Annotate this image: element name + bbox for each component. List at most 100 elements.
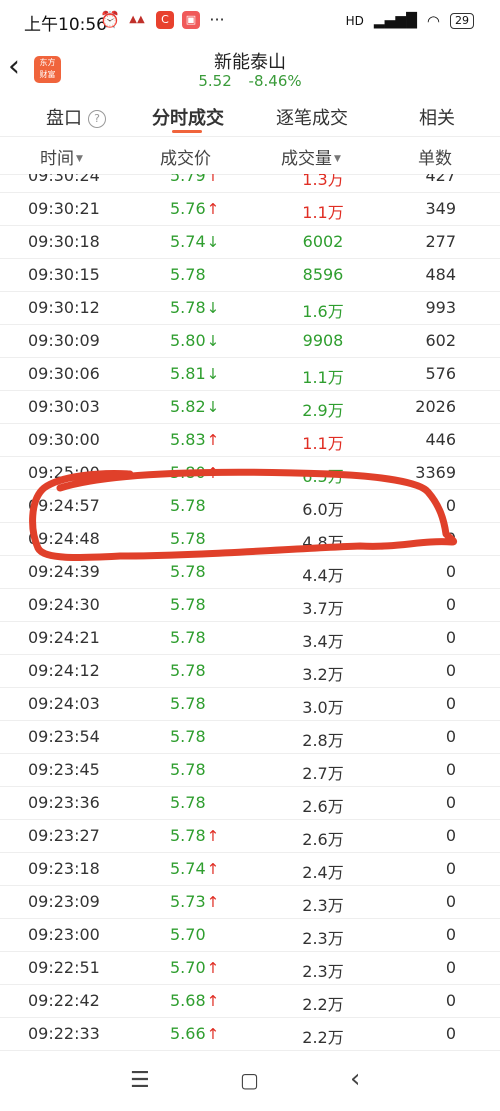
row-time: 09:24:30 bbox=[28, 595, 100, 614]
row-volume: 2.8万 bbox=[302, 731, 344, 750]
row-volume: 6002 bbox=[302, 232, 344, 251]
row-time: 09:23:09 bbox=[28, 892, 100, 911]
back-triangle-icon[interactable]: ‹ bbox=[350, 1064, 360, 1094]
home-square-icon[interactable]: ▢ bbox=[240, 1068, 259, 1092]
stock-header: ‹ 东方 财富 新能泰山 5.52 -8.46% bbox=[0, 44, 500, 96]
row-price: 5.78 bbox=[170, 529, 206, 548]
sort-arrow-icon: ▼ bbox=[76, 154, 83, 164]
app-shop-icon: ▣ bbox=[182, 11, 200, 29]
table-row: 09:30:12 5.78↓ 1.6万 993 bbox=[0, 292, 500, 325]
sort-arrow-icon: ▼ bbox=[334, 154, 341, 164]
row-count: 602 bbox=[425, 331, 456, 350]
help-circle-icon[interactable]: ? bbox=[88, 110, 106, 128]
arrow-up-icon: ↑ bbox=[206, 174, 220, 185]
row-price-value: 5.78 bbox=[170, 628, 206, 647]
row-price-value: 5.68 bbox=[170, 991, 206, 1010]
row-price-value: 5.78 bbox=[170, 760, 206, 779]
row-volume: 4.8万 bbox=[302, 533, 344, 552]
row-price: 5.78 bbox=[170, 496, 206, 515]
row-count: 0 bbox=[445, 958, 456, 977]
row-volume: 3.0万 bbox=[302, 698, 344, 717]
row-volume: 1.1万 bbox=[302, 203, 344, 222]
arrow-down-icon: ↓ bbox=[206, 332, 220, 350]
stock-quote: 5.52 -8.46% bbox=[0, 72, 500, 90]
row-volume: 2.7万 bbox=[302, 764, 344, 783]
row-time: 09:24:03 bbox=[28, 694, 100, 713]
row-count: 484 bbox=[425, 265, 456, 284]
row-price: 5.74↑ bbox=[170, 859, 219, 878]
status-bar: 上午10:56 ⏰ ▲▲ C ▣ ··· HD ▂▄▆█ ◠ 29 bbox=[0, 0, 500, 44]
tab-tick-trades[interactable]: 逐笔成交 bbox=[276, 104, 348, 130]
status-app-icons: ⏰ ▲▲ C ▣ ··· bbox=[100, 11, 226, 29]
column-price: 成交价 bbox=[160, 144, 211, 169]
row-price-value: 5.78 bbox=[170, 826, 206, 845]
column-time[interactable]: 时间 ▼ bbox=[40, 144, 83, 169]
row-volume: 2.6万 bbox=[302, 830, 344, 849]
row-price: 5.76↑ bbox=[170, 199, 219, 218]
row-price-value: 5.70 bbox=[170, 958, 206, 977]
row-count: 0 bbox=[445, 892, 456, 911]
arrow-up-icon: ↑ bbox=[206, 431, 220, 449]
active-tab-indicator bbox=[172, 130, 202, 133]
row-count: 0 bbox=[445, 859, 456, 878]
row-time: 09:23:18 bbox=[28, 859, 100, 878]
tab-label: 分时成交 bbox=[152, 108, 224, 129]
row-price: 5.78 bbox=[170, 760, 206, 779]
column-label: 单数 bbox=[418, 149, 452, 169]
row-volume: 1.1万 bbox=[302, 368, 344, 387]
row-volume: 2.3万 bbox=[302, 962, 344, 981]
arrow-down-icon: ↓ bbox=[206, 299, 220, 317]
tab-pankou[interactable]: 盘口? bbox=[46, 104, 106, 130]
table-row: 09:22:42 5.68↑ 2.2万 0 bbox=[0, 985, 500, 1018]
row-count: 0 bbox=[445, 496, 456, 515]
row-price: 5.70 bbox=[170, 925, 206, 944]
column-count: 单数 bbox=[418, 144, 452, 169]
row-price-value: 5.74 bbox=[170, 232, 206, 251]
row-price-value: 5.78 bbox=[170, 661, 206, 680]
table-row: 09:23:27 5.78↑ 2.6万 0 bbox=[0, 820, 500, 853]
row-time: 09:25:00 bbox=[28, 463, 100, 482]
row-price: 5.68↑ bbox=[170, 991, 219, 1010]
table-row: 09:24:30 5.78 3.7万 0 bbox=[0, 589, 500, 622]
row-price-value: 5.79 bbox=[170, 174, 206, 185]
trades-table[interactable]: 09:30:24 5.79↑ 1.3万 427 09:30:21 5.76↑ 1.1万 349… bbox=[0, 174, 500, 1058]
row-volume: 2.2万 bbox=[302, 995, 344, 1014]
table-row: 09:22:51 5.70↑ 2.3万 0 bbox=[0, 952, 500, 985]
row-volume: 2.9万 bbox=[302, 401, 344, 420]
row-price-value: 5.78 bbox=[170, 793, 206, 812]
row-time: 09:24:21 bbox=[28, 628, 100, 647]
arrow-up-icon: ↑ bbox=[206, 959, 220, 977]
arrow-down-icon: ↓ bbox=[206, 398, 220, 416]
stock-name: 新能泰山 bbox=[214, 52, 286, 73]
row-price-value: 5.66 bbox=[170, 1024, 206, 1043]
row-time: 09:23:45 bbox=[28, 760, 100, 779]
more-icon: ··· bbox=[209, 10, 225, 29]
row-time: 09:24:48 bbox=[28, 529, 100, 548]
row-count: 0 bbox=[445, 628, 456, 647]
row-price: 5.78 bbox=[170, 628, 206, 647]
table-row: 09:30:21 5.76↑ 1.1万 349 bbox=[0, 193, 500, 226]
table-row: 09:30:06 5.81↓ 1.1万 576 bbox=[0, 358, 500, 391]
table-row: 09:24:57 5.78 6.0万 0 bbox=[0, 490, 500, 523]
column-volume[interactable]: 成交量 ▼ bbox=[281, 144, 341, 169]
row-time: 09:23:36 bbox=[28, 793, 100, 812]
table-row: 09:30:15 5.78 8596 484 bbox=[0, 259, 500, 292]
row-volume: 1.1万 bbox=[302, 434, 344, 453]
row-price: 5.78 bbox=[170, 562, 206, 581]
menu-icon[interactable]: ☰ bbox=[130, 1068, 150, 1093]
row-price: 5.78 bbox=[170, 265, 206, 284]
alarm-icon: ⏰ bbox=[100, 10, 120, 29]
row-time: 09:24:12 bbox=[28, 661, 100, 680]
row-price-value: 5.78 bbox=[170, 298, 206, 317]
row-price-value: 5.70 bbox=[170, 925, 206, 944]
tab-label: 盘口 bbox=[46, 108, 82, 129]
tab-time-trades[interactable]: 分时成交 bbox=[152, 104, 224, 130]
arrow-down-icon: ↓ bbox=[206, 365, 220, 383]
row-volume: 2.3万 bbox=[302, 896, 344, 915]
tab-related[interactable]: 相关 bbox=[419, 104, 455, 130]
row-time: 09:22:33 bbox=[28, 1024, 100, 1043]
table-row: 09:24:12 5.78 3.2万 0 bbox=[0, 655, 500, 688]
arrow-up-icon: ↑ bbox=[206, 1025, 220, 1043]
row-price-value: 5.80 bbox=[170, 463, 206, 482]
row-time: 09:30:09 bbox=[28, 331, 100, 350]
